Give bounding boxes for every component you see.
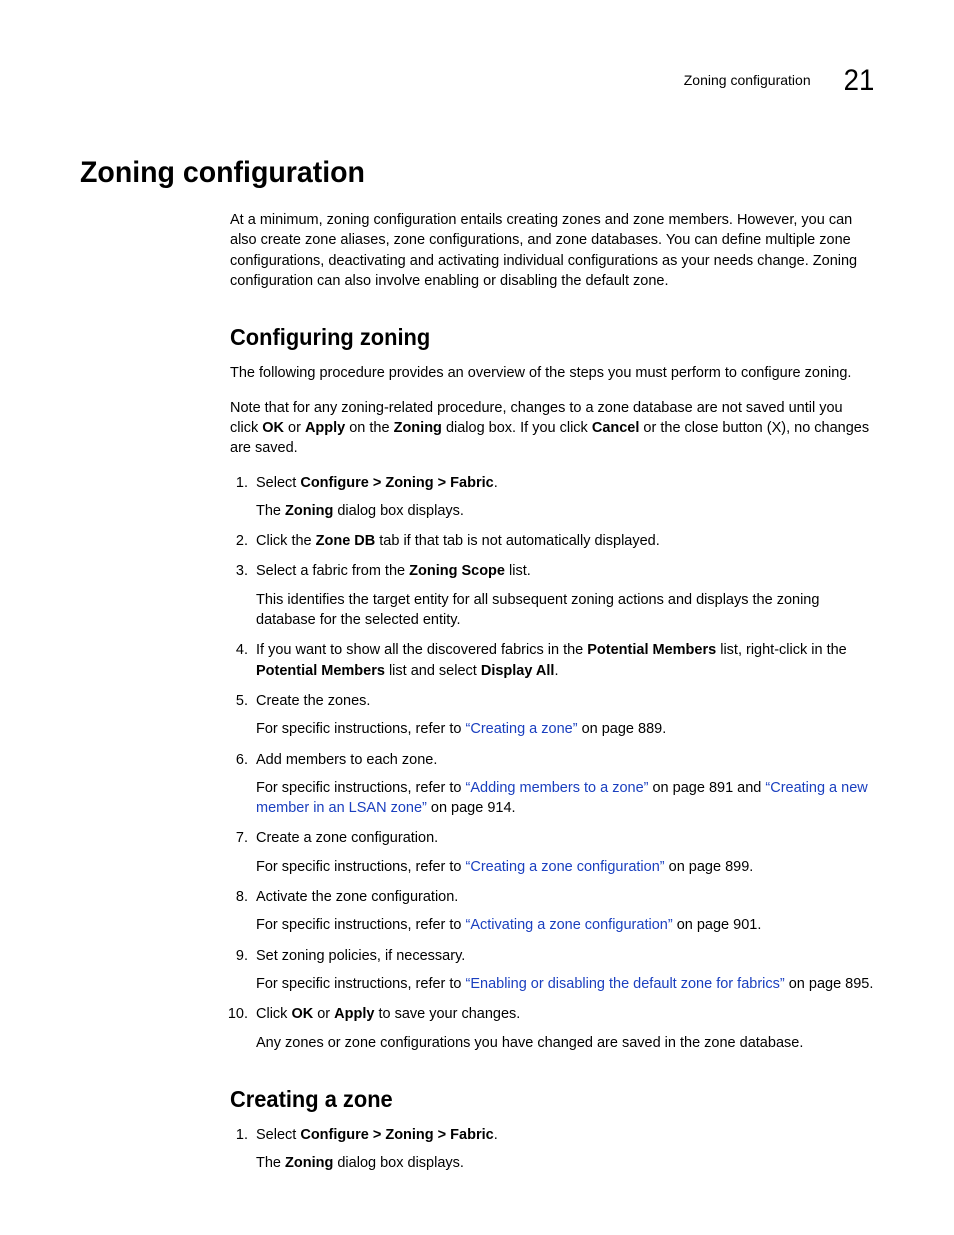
chapter-number: 21 <box>843 60 874 102</box>
zoning-scope-label: Zoning Scope <box>409 563 505 579</box>
section-heading-creating: Creating a zone <box>230 1083 842 1115</box>
page-title: Zoning configuration <box>80 152 834 194</box>
menu-path: Configure > Zoning > Fabric <box>300 1127 493 1143</box>
step-sub: For specific instructions, refer to “Add… <box>256 778 874 819</box>
step-item: Add members to each zone. For specific i… <box>252 750 874 819</box>
zoning-label: Zoning <box>394 420 442 436</box>
step-item: Select a fabric from the Zoning Scope li… <box>252 561 874 630</box>
link-default-zone[interactable]: “Enabling or disabling the default zone … <box>466 976 785 992</box>
page: Zoning configuration 21 Zoning configura… <box>0 0 954 1235</box>
body-text: The following procedure provides an over… <box>230 363 874 383</box>
procedure-list: Select Configure > Zoning > Fabric. The … <box>230 473 874 1053</box>
step-item: If you want to show all the discovered f… <box>252 640 874 681</box>
running-title: Zoning configuration <box>684 71 811 91</box>
link-activating-config[interactable]: “Activating a zone configuration” <box>466 917 673 933</box>
link-creating-config[interactable]: “Creating a zone configuration” <box>466 859 665 875</box>
procedure-list: Select Configure > Zoning > Fabric. The … <box>230 1125 874 1174</box>
step-item: Create the zones. For specific instructi… <box>252 691 874 740</box>
step-sub: This identifies the target entity for al… <box>256 590 874 631</box>
step-item: Click OK or Apply to save your changes. … <box>252 1004 874 1053</box>
link-adding-members[interactable]: “Adding members to a zone” <box>466 780 649 796</box>
body-text: Note that for any zoning-related procedu… <box>230 398 874 459</box>
zone-db-label: Zone DB <box>316 533 376 549</box>
intro-paragraph: At a minimum, zoning configuration entai… <box>230 210 874 291</box>
menu-path: Configure > Zoning > Fabric <box>300 475 493 491</box>
section-heading-configuring: Configuring zoning <box>230 321 842 353</box>
step-item: Create a zone configuration. For specifi… <box>252 828 874 877</box>
step-sub: The Zoning dialog box displays. <box>256 501 874 521</box>
step-item: Select Configure > Zoning > Fabric. The … <box>252 473 874 522</box>
step-sub: Any zones or zone configurations you hav… <box>256 1033 874 1053</box>
step-item: Click the Zone DB tab if that tab is not… <box>252 531 874 551</box>
link-creating-zone[interactable]: “Creating a zone” <box>466 721 578 737</box>
step-item: Set zoning policies, if necessary. For s… <box>252 946 874 995</box>
step-sub: For specific instructions, refer to “Ena… <box>256 974 874 994</box>
step-sub: For specific instructions, refer to “Act… <box>256 915 874 935</box>
content-block: At a minimum, zoning configuration entai… <box>230 210 874 1174</box>
step-sub: For specific instructions, refer to “Cre… <box>256 857 874 877</box>
step-sub: The Zoning dialog box displays. <box>256 1153 874 1173</box>
step-sub: For specific instructions, refer to “Cre… <box>256 719 874 739</box>
step-item: Select Configure > Zoning > Fabric. The … <box>252 1125 874 1174</box>
apply-label: Apply <box>305 420 345 436</box>
step-item: Activate the zone configuration. For spe… <box>252 887 874 936</box>
cancel-label: Cancel <box>592 420 640 436</box>
running-header: Zoning configuration 21 <box>80 60 874 102</box>
ok-label: OK <box>262 420 284 436</box>
